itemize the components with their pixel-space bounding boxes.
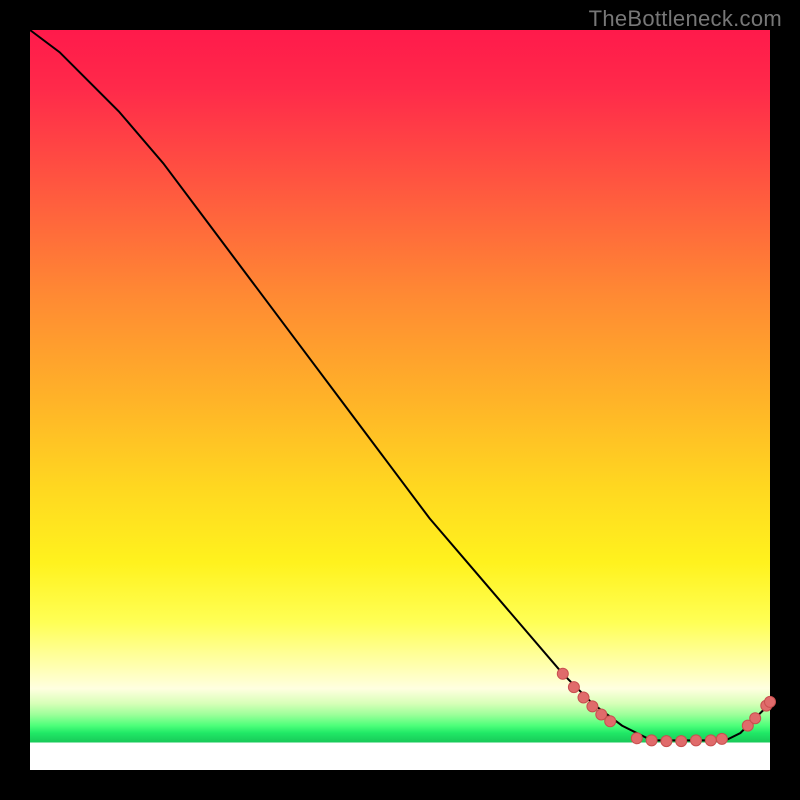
data-point-trough-cluster [661, 736, 672, 747]
data-point-descent-cluster [587, 701, 598, 712]
data-point-trough-cluster [691, 735, 702, 746]
data-point-trough-cluster [676, 736, 687, 747]
data-point-descent-cluster [568, 682, 579, 693]
data-point-trough-cluster [646, 735, 657, 746]
data-point-descent-cluster [578, 692, 589, 703]
plot-area [30, 30, 770, 770]
data-point-trough-cluster [631, 733, 642, 744]
bottleneck-curve [30, 30, 770, 740]
curve-layer [30, 30, 770, 770]
data-point-rise-cluster [750, 713, 761, 724]
data-point-descent-cluster [605, 716, 616, 727]
data-point-trough-cluster [716, 733, 727, 744]
watermark-text: TheBottleneck.com [589, 6, 782, 32]
data-point-trough-cluster [705, 735, 716, 746]
data-point-rise-cluster [765, 696, 776, 707]
data-point-descent-cluster [557, 668, 568, 679]
chart-container: TheBottleneck.com [0, 0, 800, 800]
